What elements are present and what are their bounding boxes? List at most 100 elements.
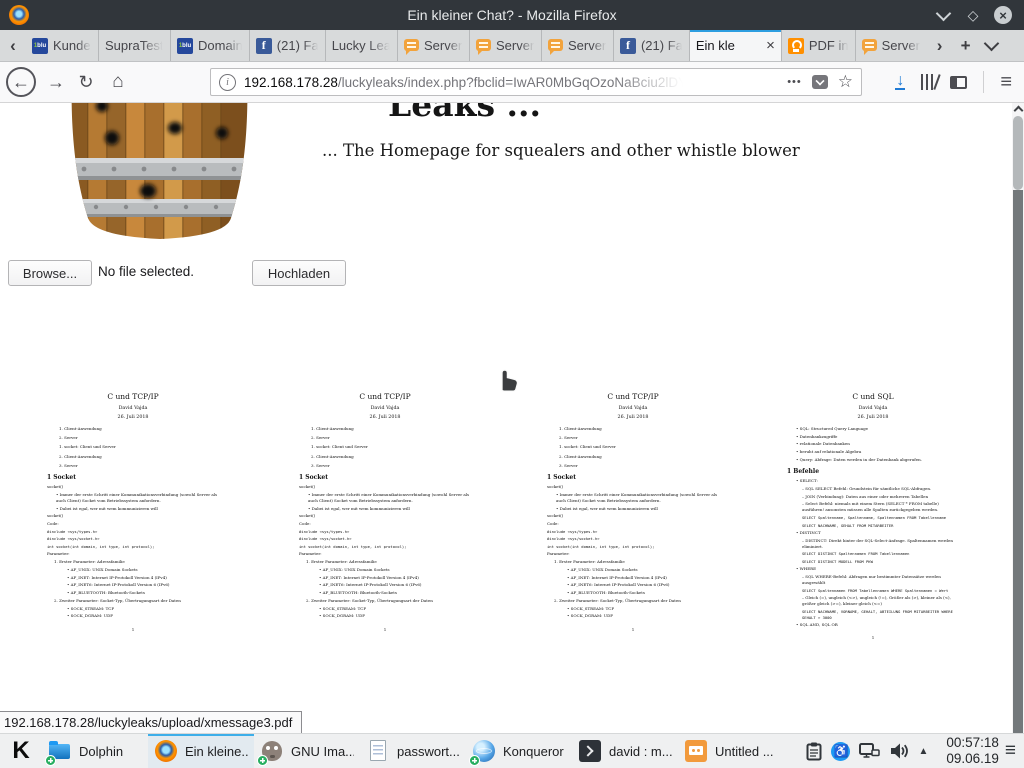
pdf-thumbnail-1[interactable]: C und TCP/IPDavid Vajda26. Juli 20181. C…: [35, 386, 231, 643]
doc-line: Code:: [299, 521, 471, 527]
panel-menu-icon[interactable]: ≡: [1005, 734, 1024, 768]
doc-line: #include <sys/socket.h>: [299, 536, 471, 542]
doc-line: C und TCP/IP: [47, 391, 219, 403]
reload-button[interactable]: ↻: [72, 72, 100, 93]
chat-favicon-icon: [548, 39, 563, 51]
tab-server[interactable]: Server: [469, 30, 541, 61]
library-icon[interactable]: [921, 74, 934, 90]
doc-line: • relationale Datenbanken: [796, 441, 959, 447]
window-titlebar[interactable]: Ein kleiner Chat? - Mozilla Firefox ◇ ×: [0, 0, 1024, 30]
status-bar-link: 192.168.178.28/luckyleaks/upload/xmessag…: [0, 711, 302, 733]
home-button[interactable]: ⌂: [104, 71, 132, 93]
scroll-up-arrow-icon[interactable]: [1014, 105, 1022, 113]
task-label: Ein kleine...: [185, 744, 248, 759]
doc-line: • AF_INET: Internet IP-Protokoll Version…: [567, 575, 719, 581]
taskbar-task-passwort[interactable]: passwort...: [360, 734, 466, 768]
doc-line: • Dabei ist egal, wer mit wem kommunizie…: [308, 506, 471, 512]
tab-supratest[interactable]: SupraTest: [98, 30, 170, 61]
taskbar-task-ein-kleine[interactable]: Ein kleine...: [148, 734, 254, 768]
doc-line: • WHERE: [796, 566, 959, 572]
doc-line: C und TCP/IP: [299, 391, 471, 403]
url-actions: ••• ☆: [787, 72, 853, 92]
page-actions-icon[interactable]: •••: [787, 76, 802, 88]
clock-time: 00:57:18: [946, 735, 999, 751]
display-settings-icon[interactable]: [859, 742, 880, 760]
accessibility-icon[interactable]: ♿: [831, 742, 850, 761]
pdf-thumbnail-3[interactable]: C und TCP/IPDavid Vajda26. Juli 20181. C…: [535, 386, 731, 643]
doc-line: 1. socket: Client und Server: [311, 444, 471, 450]
forward-button[interactable]: →: [42, 72, 70, 93]
site-info-icon[interactable]: i: [219, 74, 236, 91]
doc-line: 1 Befehle: [787, 467, 959, 476]
back-button[interactable]: ←: [6, 67, 36, 97]
scrollbar-track[interactable]: [1013, 190, 1023, 733]
tray-expand-icon[interactable]: ▲: [918, 746, 928, 757]
doc-line: socket(): [547, 513, 719, 519]
minimize-button[interactable]: [934, 6, 952, 24]
doc-line: David Vajda: [547, 405, 719, 412]
close-tab-icon[interactable]: ×: [766, 37, 775, 54]
clipboard-icon[interactable]: [806, 742, 822, 761]
chat-favicon-icon: [862, 39, 877, 51]
doc-line: 3. Server: [59, 463, 219, 469]
new-tab-button[interactable]: +: [953, 30, 979, 61]
vertical-scrollbar[interactable]: [1012, 103, 1024, 733]
url-text[interactable]: 192.168.178.28/luckyleaks/index.php?fbcl…: [244, 75, 696, 90]
url-bar[interactable]: i 192.168.178.28/luckyleaks/index.php?fb…: [210, 68, 862, 96]
hamburger-menu-icon[interactable]: ≡: [1000, 71, 1012, 94]
tab-server[interactable]: Server: [541, 30, 613, 61]
tab-pdf-in[interactable]: PDF in: [781, 30, 855, 61]
upload-button[interactable]: Hochladen: [252, 260, 346, 286]
taskbar-task-konqueror[interactable]: Konqueror: [466, 734, 572, 768]
volume-icon[interactable]: [889, 742, 909, 760]
doc-line: #include <sys/socket.h>: [547, 536, 719, 542]
scroll-tabs-right-button[interactable]: ›: [927, 30, 953, 61]
url-path: /luckyleaks/index.php?fbclid=IwAR0MbGqOz…: [338, 75, 696, 90]
pdf-thumbnail-2[interactable]: C und TCP/IPDavid Vajda26. Juli 20181. C…: [287, 386, 483, 643]
doc-line: • Dabei ist egal, wer mit wem kommunizie…: [56, 506, 219, 512]
tab-domain[interactable]: 1bluDomain: [170, 30, 249, 61]
tab-lucky-lea[interactable]: Lucky Lea: [325, 30, 397, 61]
doc-line: int socket(int domain, int type, int pro…: [547, 544, 719, 550]
tab-21-fa[interactable]: f(21) Fa: [249, 30, 325, 61]
doc-line: 26. Juli 2018: [787, 414, 959, 421]
close-button[interactable]: ×: [994, 6, 1012, 24]
bookmark-star-icon[interactable]: ☆: [838, 72, 853, 92]
doc-line: 1: [299, 627, 471, 633]
pdf24-favicon-icon: [788, 38, 804, 54]
digital-clock[interactable]: 00:57:18 09.06.19: [936, 734, 1005, 768]
list-all-tabs-button[interactable]: [979, 30, 1005, 61]
tab-21-fa[interactable]: f(21) Fa: [613, 30, 689, 61]
hand-cursor: [492, 361, 520, 393]
taskbar-task-david-m[interactable]: david : m...: [572, 734, 678, 768]
tab-kunde[interactable]: 1bluKunde: [26, 30, 98, 61]
doc-line: socket(): [547, 484, 719, 490]
doc-line: • SQL AND, SQL OR: [796, 622, 959, 628]
scrollbar-thumb[interactable]: [1013, 116, 1023, 190]
downloads-icon[interactable]: ↓: [895, 74, 905, 90]
doc-line: #include <sys/socket.h>: [47, 536, 219, 542]
maximize-button[interactable]: ◇: [964, 6, 982, 24]
taskbar-task-gnu-ima[interactable]: GNU Ima...: [254, 734, 360, 768]
pocket-icon[interactable]: [812, 75, 828, 89]
taskbar-task-dolphin[interactable]: Dolphin: [42, 734, 148, 768]
scroll-tabs-left-button[interactable]: ‹: [0, 30, 26, 61]
browse-button[interactable]: Browse...: [8, 260, 92, 286]
doc-line: • Dabei ist egal, wer mit wem kommunizie…: [556, 506, 719, 512]
doc-line: David Vajda: [299, 405, 471, 412]
kde-application-launcher[interactable]: K: [0, 734, 42, 768]
tab-server[interactable]: Server: [855, 30, 927, 61]
new-window-badge-icon: [257, 755, 268, 766]
doc-line: SELECT Spaltenname, Spaltenname, Spalten…: [802, 515, 959, 521]
doc-line: #include <sys/types.h>: [547, 529, 719, 535]
tab-server[interactable]: Server: [397, 30, 469, 61]
chat-favicon-icon: [404, 39, 419, 51]
doc-line: • SOCK_STREAM: TCP: [67, 606, 219, 612]
pdf-thumbnail-4[interactable]: C und SQLDavid Vajda26. Juli 2018• SQL: …: [775, 386, 971, 643]
tab-ein-kle[interactable]: Ein kle×: [689, 30, 781, 61]
taskbar-task-untitled[interactable]: Untitled ...: [678, 734, 784, 768]
doc-line: 1. Erster Parameter: Adressfamilie: [306, 559, 471, 565]
doc-line: 2. Client-Anwendung: [59, 454, 219, 460]
tab-label: Kunde: [53, 38, 92, 53]
sidebar-toggle-icon[interactable]: [950, 76, 967, 89]
